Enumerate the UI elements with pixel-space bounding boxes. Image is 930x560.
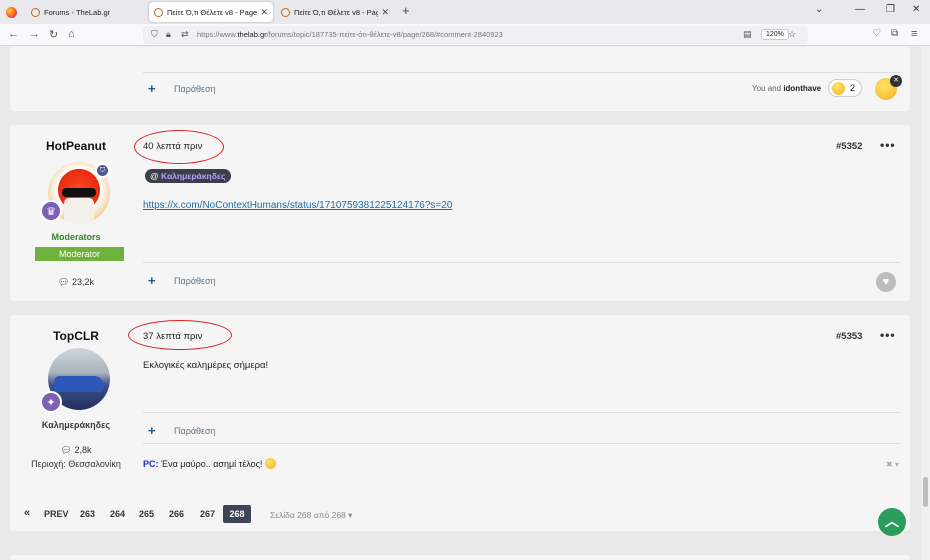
home-icon[interactable]: ⌂ bbox=[68, 28, 75, 40]
page-jump-dropdown[interactable]: Σελίδα 268 από 268 ▾ bbox=[270, 510, 352, 521]
multiquote-plus-icon[interactable]: + bbox=[148, 81, 156, 96]
url-bar[interactable]: ⛉ 🔒︎ ⇄ https://www.thelab.gr/forums/topi… bbox=[143, 26, 808, 44]
rank-star-icon: ✦ bbox=[40, 391, 62, 413]
hand-drawn-circle bbox=[134, 130, 224, 164]
first-page-button[interactable]: « bbox=[24, 507, 30, 519]
mention-group-name: Καλημεράκηδες bbox=[161, 171, 226, 181]
page-link[interactable]: 266 bbox=[169, 509, 184, 519]
crown-rank-icon: ♛ bbox=[40, 200, 62, 222]
post-card-5353: TopCLR ✦ Καλημεράκηδες 💬︎ 2,8k Περιοχή: … bbox=[10, 315, 910, 531]
scrollbar[interactable] bbox=[921, 47, 930, 560]
reload-icon[interactable]: ↻ bbox=[49, 28, 58, 41]
menu-icon[interactable]: ≡ bbox=[911, 28, 917, 40]
signature-text: Ένα μαύρο.. ασημί τέλος! bbox=[161, 459, 263, 469]
scroll-to-top-button[interactable]: ︿ bbox=[878, 508, 906, 536]
post-card-5352: HotPeanut ⛉ ♛ Moderators Moderator 💬︎ 23… bbox=[10, 125, 910, 301]
url-text: https://www.thelab.gr/forums/topic/18773… bbox=[197, 30, 503, 39]
page-link[interactable]: 264 bbox=[110, 509, 125, 519]
divider bbox=[143, 412, 900, 413]
close-tab-icon[interactable]: ✕ bbox=[381, 7, 389, 18]
reader-view-icon[interactable]: ▤ bbox=[743, 29, 752, 40]
quote-button[interactable]: Παράθεση bbox=[174, 84, 216, 94]
multiquote-plus-icon[interactable]: + bbox=[148, 423, 156, 438]
close-window-icon[interactable]: ✕ bbox=[912, 4, 920, 15]
tab-bar: Forums - TheLab.gr Πείτε Ό,τι Θέλετε v8 … bbox=[0, 0, 930, 24]
divider bbox=[143, 72, 900, 73]
restore-icon[interactable]: ❐ bbox=[886, 4, 895, 15]
pagination: « PREV 263 264 265 266 267 268 Σελίδα 26… bbox=[10, 500, 910, 530]
thelab-favicon-icon bbox=[281, 7, 290, 17]
list-tabs-icon[interactable]: ⌄ bbox=[815, 4, 823, 15]
pocket-icon[interactable]: ♡ bbox=[872, 28, 881, 39]
minimize-icon[interactable]: — bbox=[855, 4, 865, 15]
post-number[interactable]: #5352 bbox=[836, 141, 862, 152]
multiquote-plus-icon[interactable]: + bbox=[148, 273, 156, 288]
post-author[interactable]: TopCLR bbox=[16, 329, 136, 343]
current-page: 268 bbox=[223, 505, 251, 523]
tab-forums[interactable]: Forums - TheLab.gr bbox=[26, 2, 144, 22]
reaction-summary[interactable]: You and idonthave bbox=[752, 84, 821, 93]
scrollbar-thumb[interactable] bbox=[923, 477, 928, 507]
shield-icon[interactable]: ⛉ bbox=[151, 29, 158, 40]
quote-button[interactable]: Παράθεση bbox=[174, 426, 216, 436]
quote-button[interactable]: Παράθεση bbox=[174, 276, 216, 286]
zoom-level[interactable]: 120% bbox=[761, 29, 789, 40]
cool-emoji-icon bbox=[264, 458, 276, 469]
permissions-icon[interactable]: ⇄ bbox=[181, 29, 189, 40]
extensions-icon[interactable]: ⧉ bbox=[891, 28, 898, 39]
page-content: + Παράθεση You and idonthave 2 ✕ HotPean… bbox=[0, 47, 930, 560]
beard-graphic bbox=[64, 198, 94, 224]
page-link[interactable]: 265 bbox=[139, 509, 154, 519]
post-count: 💬︎ 2,8k bbox=[60, 445, 92, 455]
post-body-text: Εκλογικές καλημέρες σήμερα! bbox=[143, 360, 269, 371]
hand-drawn-circle bbox=[128, 320, 232, 350]
signature-options-icon[interactable]: ✖ ▾ bbox=[886, 460, 899, 469]
post-link[interactable]: https://x.com/NoContextHumans/status/171… bbox=[143, 200, 452, 211]
member-group: Καλημεράκηδες bbox=[41, 420, 111, 430]
laugh-emoji-icon bbox=[832, 82, 845, 95]
sunglasses-graphic bbox=[62, 188, 96, 197]
lock-icon[interactable]: 🔒︎ bbox=[166, 29, 171, 40]
thelab-favicon-icon bbox=[31, 7, 40, 17]
signature: PC: Ένα μαύρο.. ασημί τέλος! bbox=[143, 458, 276, 469]
prev-page-button[interactable]: PREV bbox=[44, 509, 69, 519]
reaction-count-pill[interactable]: 2 bbox=[828, 79, 862, 97]
next-section bbox=[10, 555, 910, 560]
page-link[interactable]: 267 bbox=[200, 509, 215, 519]
remove-reaction-icon[interactable]: ✕ bbox=[890, 75, 902, 87]
member-location: Περιοχή: Θεσσαλονίκη bbox=[31, 459, 121, 469]
post-options-icon[interactable]: ••• bbox=[880, 138, 896, 152]
group-bar: Moderator bbox=[35, 247, 124, 261]
close-tab-icon[interactable]: ✕ bbox=[260, 7, 268, 18]
car-graphic bbox=[54, 376, 104, 392]
mention-tag[interactable]: @ Καλημεράκηδες bbox=[145, 169, 232, 183]
forward-icon[interactable]: → bbox=[29, 28, 40, 40]
nav-bar: ← → ↻ ⌂ ⛉ 🔒︎ ⇄ https://www.thelab.gr/for… bbox=[0, 24, 930, 46]
post-count: 💬︎ 23,2k bbox=[58, 277, 94, 287]
post-author[interactable]: HotPeanut bbox=[16, 139, 136, 153]
thelab-favicon-icon bbox=[154, 7, 163, 17]
signature-prefix: PC: bbox=[143, 459, 159, 469]
page-link[interactable]: 263 bbox=[80, 509, 95, 519]
divider bbox=[143, 443, 900, 444]
reaction-count: 2 bbox=[850, 83, 856, 93]
tab-title: Forums - TheLab.gr bbox=[44, 7, 111, 17]
post-number[interactable]: #5353 bbox=[836, 331, 862, 342]
new-tab-icon[interactable]: + bbox=[402, 3, 410, 18]
post-options-icon[interactable]: ••• bbox=[880, 328, 896, 342]
divider bbox=[143, 262, 900, 263]
back-icon[interactable]: ← bbox=[8, 28, 19, 40]
moderator-shield-icon: ⛉ bbox=[95, 163, 110, 178]
firefox-icon[interactable] bbox=[6, 7, 17, 18]
react-heart-icon[interactable]: ♥ bbox=[876, 272, 896, 292]
tab-active-page[interactable]: Πείτε Ό,τι Θέλετε v8 - Page 26 ✕ bbox=[149, 2, 273, 22]
tab-title: Πείτε Ό,τι Θέλετε v8 - Page 26 bbox=[167, 7, 258, 17]
previous-post-card: + Παράθεση You and idonthave 2 ✕ bbox=[10, 47, 910, 111]
bookmark-star-icon[interactable]: ☆ bbox=[788, 29, 796, 40]
tab-title: Πείτε Ό,τι Θέλετε v8 - Page 26 bbox=[294, 7, 379, 17]
member-group: Moderators bbox=[51, 232, 101, 242]
tab-page-2[interactable]: Πείτε Ό,τι Θέλετε v8 - Page 26 ✕ bbox=[276, 2, 394, 22]
